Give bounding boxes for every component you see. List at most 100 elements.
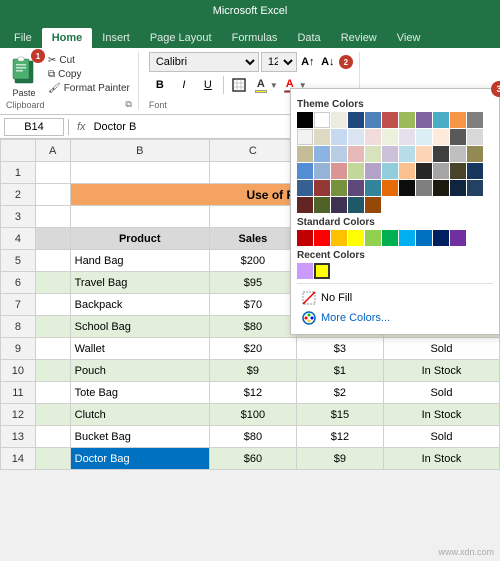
cell-sales[interactable]: $200 bbox=[209, 250, 296, 272]
cell[interactable] bbox=[35, 162, 70, 184]
cell-sales[interactable]: $9 bbox=[209, 360, 296, 382]
color-cell[interactable] bbox=[382, 112, 398, 128]
color-cell[interactable] bbox=[416, 112, 432, 128]
cell-status[interactable]: In Stock bbox=[383, 404, 499, 426]
decrease-font-button[interactable]: A↓ bbox=[319, 53, 337, 71]
color-cell[interactable] bbox=[365, 112, 381, 128]
clipboard-expand[interactable]: ⧉ bbox=[125, 99, 131, 110]
increase-font-button[interactable]: A↑ bbox=[299, 53, 317, 71]
color-cell[interactable] bbox=[382, 230, 398, 246]
col-header-b[interactable]: B bbox=[70, 140, 209, 162]
no-fill-button[interactable]: No Fill bbox=[297, 288, 493, 308]
color-cell[interactable] bbox=[467, 146, 483, 162]
color-cell[interactable] bbox=[348, 180, 364, 196]
tab-review[interactable]: Review bbox=[331, 28, 387, 48]
color-cell[interactable] bbox=[433, 129, 449, 145]
format-painter-button[interactable]: 🖌 Format Painter bbox=[46, 82, 132, 95]
color-cell[interactable] bbox=[450, 129, 466, 145]
color-cell[interactable] bbox=[297, 146, 313, 162]
font-size-select[interactable]: 12 bbox=[261, 52, 297, 72]
cell[interactable] bbox=[35, 228, 70, 250]
tab-insert[interactable]: Insert bbox=[92, 28, 140, 48]
cell-product[interactable]: Bucket Bag bbox=[70, 426, 209, 448]
cell-product[interactable]: Pouch bbox=[70, 360, 209, 382]
cell[interactable] bbox=[35, 206, 70, 228]
underline-button[interactable]: U bbox=[197, 74, 219, 96]
cell-reference-input[interactable] bbox=[4, 118, 64, 136]
italic-button[interactable]: I bbox=[173, 74, 195, 96]
borders-button[interactable] bbox=[228, 74, 250, 96]
font-family-select[interactable]: Calibri bbox=[149, 52, 259, 72]
cell-product[interactable]: Wallet bbox=[70, 338, 209, 360]
color-cell-recent-yellow[interactable] bbox=[314, 263, 330, 279]
color-cell[interactable] bbox=[467, 163, 483, 179]
cell-p[interactable]: $1 bbox=[296, 360, 383, 382]
color-cell[interactable] bbox=[297, 112, 313, 128]
color-cell[interactable] bbox=[382, 129, 398, 145]
tab-file[interactable]: File bbox=[4, 28, 42, 48]
cell-sales[interactable]: $12 bbox=[209, 382, 296, 404]
color-cell[interactable] bbox=[348, 163, 364, 179]
cell-product[interactable]: Tote Bag bbox=[70, 382, 209, 404]
cut-button[interactable]: ✂ Cut bbox=[46, 54, 132, 67]
cell[interactable] bbox=[209, 162, 296, 184]
color-cell[interactable] bbox=[433, 163, 449, 179]
col-header-a[interactable]: A bbox=[35, 140, 70, 162]
color-cell[interactable] bbox=[297, 163, 313, 179]
color-cell[interactable] bbox=[450, 146, 466, 162]
cell[interactable] bbox=[35, 316, 70, 338]
cell[interactable] bbox=[35, 294, 70, 316]
cell-product[interactable]: Hand Bag bbox=[70, 250, 209, 272]
cell-sales[interactable]: $70 bbox=[209, 294, 296, 316]
color-cell[interactable] bbox=[450, 112, 466, 128]
cell-status[interactable]: In Stock bbox=[383, 448, 499, 470]
cell[interactable] bbox=[35, 448, 70, 470]
cell[interactable] bbox=[35, 382, 70, 404]
cell[interactable] bbox=[35, 404, 70, 426]
color-cell-recent-purple[interactable] bbox=[297, 263, 313, 279]
color-cell[interactable] bbox=[450, 163, 466, 179]
color-cell[interactable] bbox=[365, 146, 381, 162]
color-cell[interactable] bbox=[331, 163, 347, 179]
color-cell[interactable] bbox=[314, 163, 330, 179]
color-cell[interactable] bbox=[416, 129, 432, 145]
cell[interactable] bbox=[35, 426, 70, 448]
color-cell[interactable] bbox=[314, 129, 330, 145]
color-cell[interactable] bbox=[416, 180, 432, 196]
color-cell[interactable] bbox=[365, 129, 381, 145]
cell-p[interactable]: $3 bbox=[296, 338, 383, 360]
cell-p[interactable]: $2 bbox=[296, 382, 383, 404]
cell[interactable] bbox=[35, 360, 70, 382]
cell-status[interactable]: In Stock bbox=[383, 360, 499, 382]
color-cell[interactable] bbox=[348, 197, 364, 213]
color-cell[interactable] bbox=[433, 146, 449, 162]
color-cell[interactable] bbox=[416, 230, 432, 246]
color-cell[interactable] bbox=[297, 230, 313, 246]
tab-data[interactable]: Data bbox=[287, 28, 330, 48]
cell[interactable] bbox=[70, 162, 209, 184]
cell[interactable] bbox=[70, 206, 209, 228]
color-cell[interactable] bbox=[331, 197, 347, 213]
color-cell[interactable] bbox=[416, 163, 432, 179]
color-cell[interactable] bbox=[331, 129, 347, 145]
cell-status[interactable]: Sold bbox=[383, 338, 499, 360]
cell-status[interactable]: Sold bbox=[383, 382, 499, 404]
color-cell[interactable] bbox=[365, 163, 381, 179]
color-cell[interactable] bbox=[433, 230, 449, 246]
cell-sales-header[interactable]: Sales bbox=[209, 228, 296, 250]
cell-p[interactable]: $9 bbox=[296, 448, 383, 470]
cell-status[interactable]: Sold bbox=[383, 426, 499, 448]
color-cell[interactable] bbox=[331, 112, 347, 128]
cell-p[interactable]: $12 bbox=[296, 426, 383, 448]
color-cell[interactable] bbox=[399, 230, 415, 246]
color-cell[interactable] bbox=[382, 163, 398, 179]
color-cell[interactable] bbox=[331, 146, 347, 162]
cell-sales[interactable]: $100 bbox=[209, 404, 296, 426]
color-cell[interactable] bbox=[314, 197, 330, 213]
color-cell[interactable] bbox=[467, 129, 483, 145]
paste-button[interactable]: 1 Paste bbox=[6, 52, 42, 98]
cell-product[interactable]: Backpack bbox=[70, 294, 209, 316]
cell-sales[interactable]: $20 bbox=[209, 338, 296, 360]
color-cell[interactable] bbox=[365, 230, 381, 246]
cell-product[interactable]: School Bag bbox=[70, 316, 209, 338]
